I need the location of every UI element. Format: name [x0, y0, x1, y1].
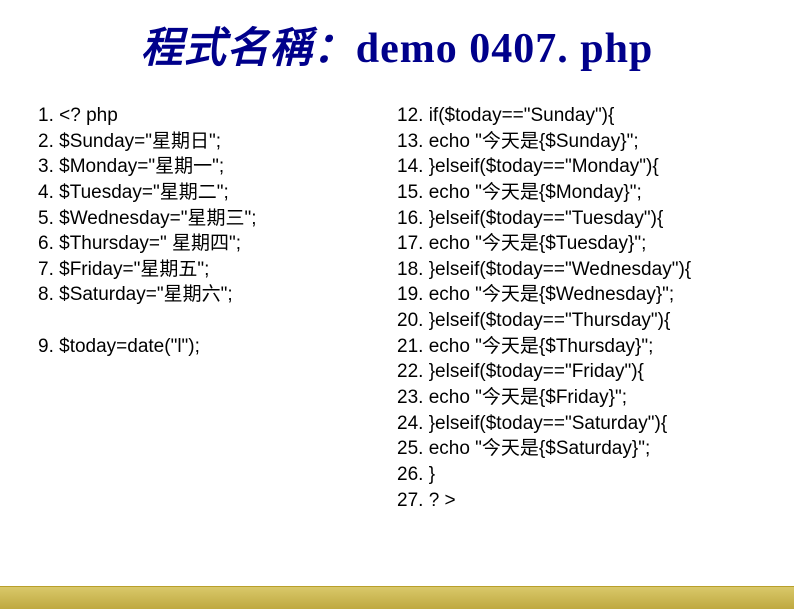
blank-line	[38, 308, 397, 334]
code-line: 13. echo "今天是{$Sunday}";	[397, 129, 756, 155]
left-column: 1. <? php 2. $Sunday="星期日"; 3. $Monday="…	[38, 103, 397, 513]
code-line: 20. }elseif($today=="Thursday"){	[397, 308, 756, 334]
code-line: 25. echo "今天是{$Saturday}";	[397, 436, 756, 462]
code-line: 7. $Friday="星期五";	[38, 257, 397, 283]
code-line: 16. }elseif($today=="Tuesday"){	[397, 206, 756, 232]
code-line: 26. }	[397, 462, 756, 488]
code-line: 19. echo "今天是{$Wednesday}";	[397, 282, 756, 308]
footer-bar	[0, 586, 794, 609]
code-line: 23. echo "今天是{$Friday}";	[397, 385, 756, 411]
code-line: 2. $Sunday="星期日";	[38, 129, 397, 155]
code-columns: 1. <? php 2. $Sunday="星期日"; 3. $Monday="…	[0, 103, 794, 513]
code-line: 4. $Tuesday="星期二";	[38, 180, 397, 206]
title-prefix: 程式名稱：	[141, 26, 356, 72]
code-line: 12. if($today=="Sunday"){	[397, 103, 756, 129]
code-line: 18. }elseif($today=="Wednesday"){	[397, 257, 756, 283]
code-line: 27. ? >	[397, 488, 756, 514]
title-main: demo 0407. php	[356, 26, 654, 72]
code-line: 9. $today=date("l");	[38, 334, 397, 360]
code-line: 14. }elseif($today=="Monday"){	[397, 154, 756, 180]
code-line: 15. echo "今天是{$Monday}";	[397, 180, 756, 206]
page-title: 程式名稱：demo 0407. php	[0, 14, 794, 75]
right-column: 12. if($today=="Sunday"){ 13. echo "今天是{…	[397, 103, 756, 513]
code-line: 8. $Saturday="星期六";	[38, 282, 397, 308]
code-line: 17. echo "今天是{$Tuesday}";	[397, 231, 756, 257]
code-line: 5. $Wednesday="星期三";	[38, 206, 397, 232]
code-line: 1. <? php	[38, 103, 397, 129]
code-line: 24. }elseif($today=="Saturday"){	[397, 411, 756, 437]
code-line: 21. echo "今天是{$Thursday}";	[397, 334, 756, 360]
code-line: 3. $Monday="星期一";	[38, 154, 397, 180]
code-line: 22. }elseif($today=="Friday"){	[397, 359, 756, 385]
code-line: 6. $Thursday=" 星期四";	[38, 231, 397, 257]
